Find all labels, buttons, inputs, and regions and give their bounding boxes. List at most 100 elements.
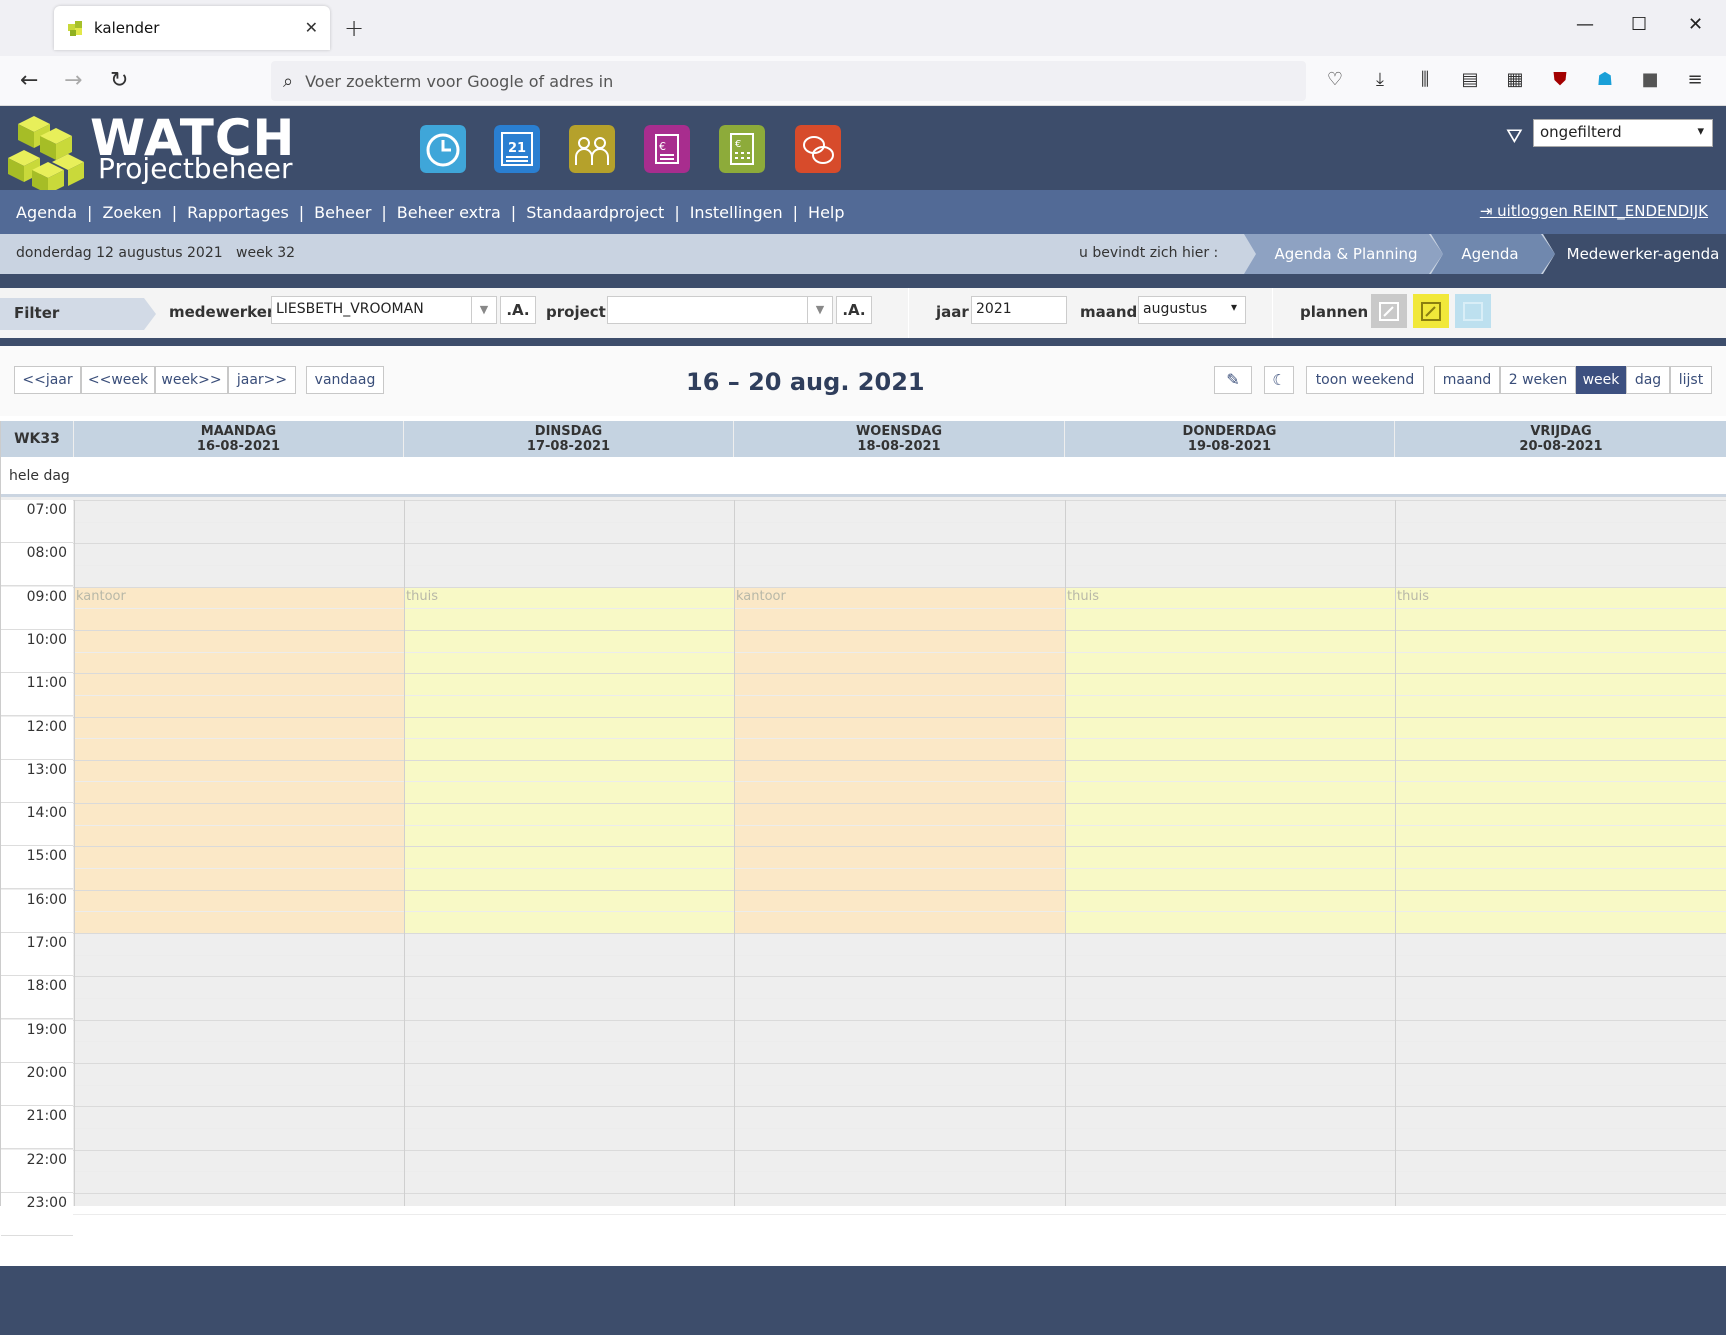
view-week-button[interactable]: week (1576, 366, 1626, 394)
menu-item-zoeken[interactable]: Zoeken (102, 203, 161, 222)
project-input[interactable] (607, 296, 833, 324)
extension-icon[interactable]: ■ (1639, 69, 1661, 91)
plan-edit-icon[interactable] (1371, 294, 1407, 328)
day-header-fri[interactable]: VRIJDAG 20-08-2021 (1395, 421, 1726, 457)
menu-item-beheer-extra[interactable]: Beheer extra (397, 203, 501, 222)
breadcrumb-agenda[interactable]: Agenda (1440, 234, 1540, 274)
url-bar[interactable]: ⌕ Voer zoekterm voor Google of adres in (271, 61, 1306, 101)
month-select[interactable]: augustus ▾ (1138, 296, 1246, 324)
tab-close-icon[interactable]: ✕ (305, 18, 318, 37)
employee-dropdown-icon[interactable]: ▼ (471, 296, 497, 324)
sidebar-icon[interactable]: ▤ (1459, 69, 1481, 91)
day-header-wed[interactable]: WOENSDAG 18-08-2021 (734, 421, 1064, 457)
day-column-line (404, 500, 405, 1206)
plan-label: plannen (1300, 303, 1369, 321)
menu-item-instellingen[interactable]: Instellingen (690, 203, 783, 222)
project-a-button[interactable]: .A. (836, 296, 872, 324)
breadcrumb-medewerker-agenda: Medewerker-agenda (1566, 245, 1720, 263)
employee-a-button[interactable]: .A. (500, 296, 536, 324)
tab-favicon-icon (68, 21, 82, 36)
location-label: thuis (1067, 588, 1099, 604)
view-month-button[interactable]: maand (1434, 366, 1500, 394)
hour-label: 15:00 (1, 846, 73, 890)
chat-app-icon[interactable] (795, 125, 841, 173)
menu-separator: | (171, 202, 178, 222)
week-text: week 32 (236, 245, 296, 261)
year-input[interactable]: 2021 (971, 296, 1067, 324)
new-tab-icon[interactable]: + (344, 14, 364, 42)
here-label: u bevindt zich hier : (1079, 245, 1219, 261)
prev-week-button[interactable]: <<week (81, 366, 155, 394)
minimize-icon[interactable]: — (1576, 14, 1594, 35)
calendar-app-icon[interactable]: 21 (494, 125, 540, 173)
half-hour-line (73, 954, 1726, 956)
day-header-thu[interactable]: DONDERDAG 19-08-2021 (1065, 421, 1394, 457)
logout-link[interactable]: ⇥ uitloggen REINT_ENDENDIJK (1480, 202, 1708, 220)
menu-item-standaardproject[interactable]: Standaardproject (526, 203, 664, 222)
half-hour-line (73, 997, 1726, 999)
show-weekend-button[interactable]: toon weekend (1306, 366, 1424, 394)
menu-item-help[interactable]: Help (808, 203, 844, 222)
close-window-icon[interactable]: ✕ (1688, 14, 1703, 35)
plan-edit-yellow-icon[interactable] (1413, 294, 1449, 328)
clock-app-icon[interactable] (420, 125, 466, 173)
menu-separator: | (87, 202, 93, 222)
project-dropdown-icon[interactable]: ▼ (807, 296, 833, 324)
menu-item-rapportages[interactable]: Rapportages (187, 203, 289, 222)
half-hour-line (73, 738, 1726, 740)
pocket-icon[interactable]: ♡ (1324, 69, 1346, 91)
breadcrumb-agenda-planning[interactable]: Agenda & Planning (1256, 234, 1436, 274)
half-hour-line (73, 1127, 1726, 1129)
day-date: 20-08-2021 (1519, 439, 1603, 454)
hour-line (73, 543, 1726, 545)
day-name: VRIJDAG (1530, 424, 1592, 439)
logo-subtitle: Projectbeheer (98, 152, 293, 185)
browser-tab[interactable]: kalender ✕ (54, 6, 330, 50)
moon-icon[interactable]: ☾ (1264, 366, 1294, 394)
library-icon[interactable]: ⫼ (1414, 69, 1436, 91)
hour-label: 16:00 (1, 889, 73, 933)
current-date: donderdag 12 augustus 2021 week 32 (16, 245, 295, 261)
invoice-app-icon[interactable]: € (644, 125, 690, 173)
view-list-button[interactable]: lijst (1670, 366, 1712, 394)
hour-line (73, 759, 1726, 761)
view-day-button[interactable]: dag (1626, 366, 1670, 394)
qr-icon[interactable]: ▦ (1504, 69, 1526, 91)
today-button[interactable]: vandaag (306, 366, 384, 394)
people-app-icon[interactable] (569, 125, 615, 173)
menu-separator: | (381, 202, 387, 222)
plan-blue-icon[interactable] (1455, 294, 1491, 328)
day-header-tue[interactable]: DINSDAG 17-08-2021 (404, 421, 733, 457)
watch-logo-icon (8, 116, 84, 194)
edit-icon[interactable]: ✎ (1214, 366, 1252, 394)
breadcrumb-bar: donderdag 12 augustus 2021 week 32 u bev… (0, 234, 1726, 274)
half-hour-line (73, 781, 1726, 783)
hour-line (73, 889, 1726, 891)
day-name: WOENSDAG (855, 424, 943, 439)
day-header-mon[interactable]: MAANDAG 16-08-2021 (74, 421, 403, 457)
next-week-button[interactable]: week>> (155, 366, 228, 394)
reload-icon[interactable]: ↻ (110, 68, 128, 93)
next-year-button[interactable]: jaar>> (228, 366, 296, 394)
menu-item-beheer[interactable]: Beheer (314, 203, 371, 222)
downloads-icon[interactable]: ⤓ (1369, 69, 1391, 91)
menu-separator: | (298, 202, 305, 222)
filter-select[interactable]: ongefilterd ▾ (1533, 119, 1713, 147)
ghostery-icon[interactable]: ☗ (1594, 69, 1616, 91)
filter-funnel-icon: ⛛ (1506, 124, 1523, 148)
menu-item-agenda[interactable]: Agenda (16, 203, 77, 222)
ublock-icon[interactable]: ⛊ (1549, 69, 1571, 91)
hour-line (73, 933, 1726, 934)
maximize-icon[interactable]: ☐ (1631, 14, 1647, 35)
all-day-row[interactable]: hele dag (1, 457, 1726, 497)
menu-icon[interactable]: ≡ (1684, 69, 1706, 91)
hour-label: 11:00 (1, 673, 73, 717)
back-icon[interactable]: ← (20, 68, 38, 93)
month-label: maand (1080, 303, 1138, 321)
forward-icon[interactable]: → (64, 68, 82, 93)
calculator-app-icon[interactable]: € (719, 125, 765, 173)
view-2weeks-button[interactable]: 2 weken (1500, 366, 1576, 394)
prev-year-button[interactable]: <<jaar (14, 366, 81, 394)
day-name: MAANDAG (200, 424, 277, 439)
employee-input[interactable]: LIESBETH_VROOMAN (271, 296, 497, 324)
